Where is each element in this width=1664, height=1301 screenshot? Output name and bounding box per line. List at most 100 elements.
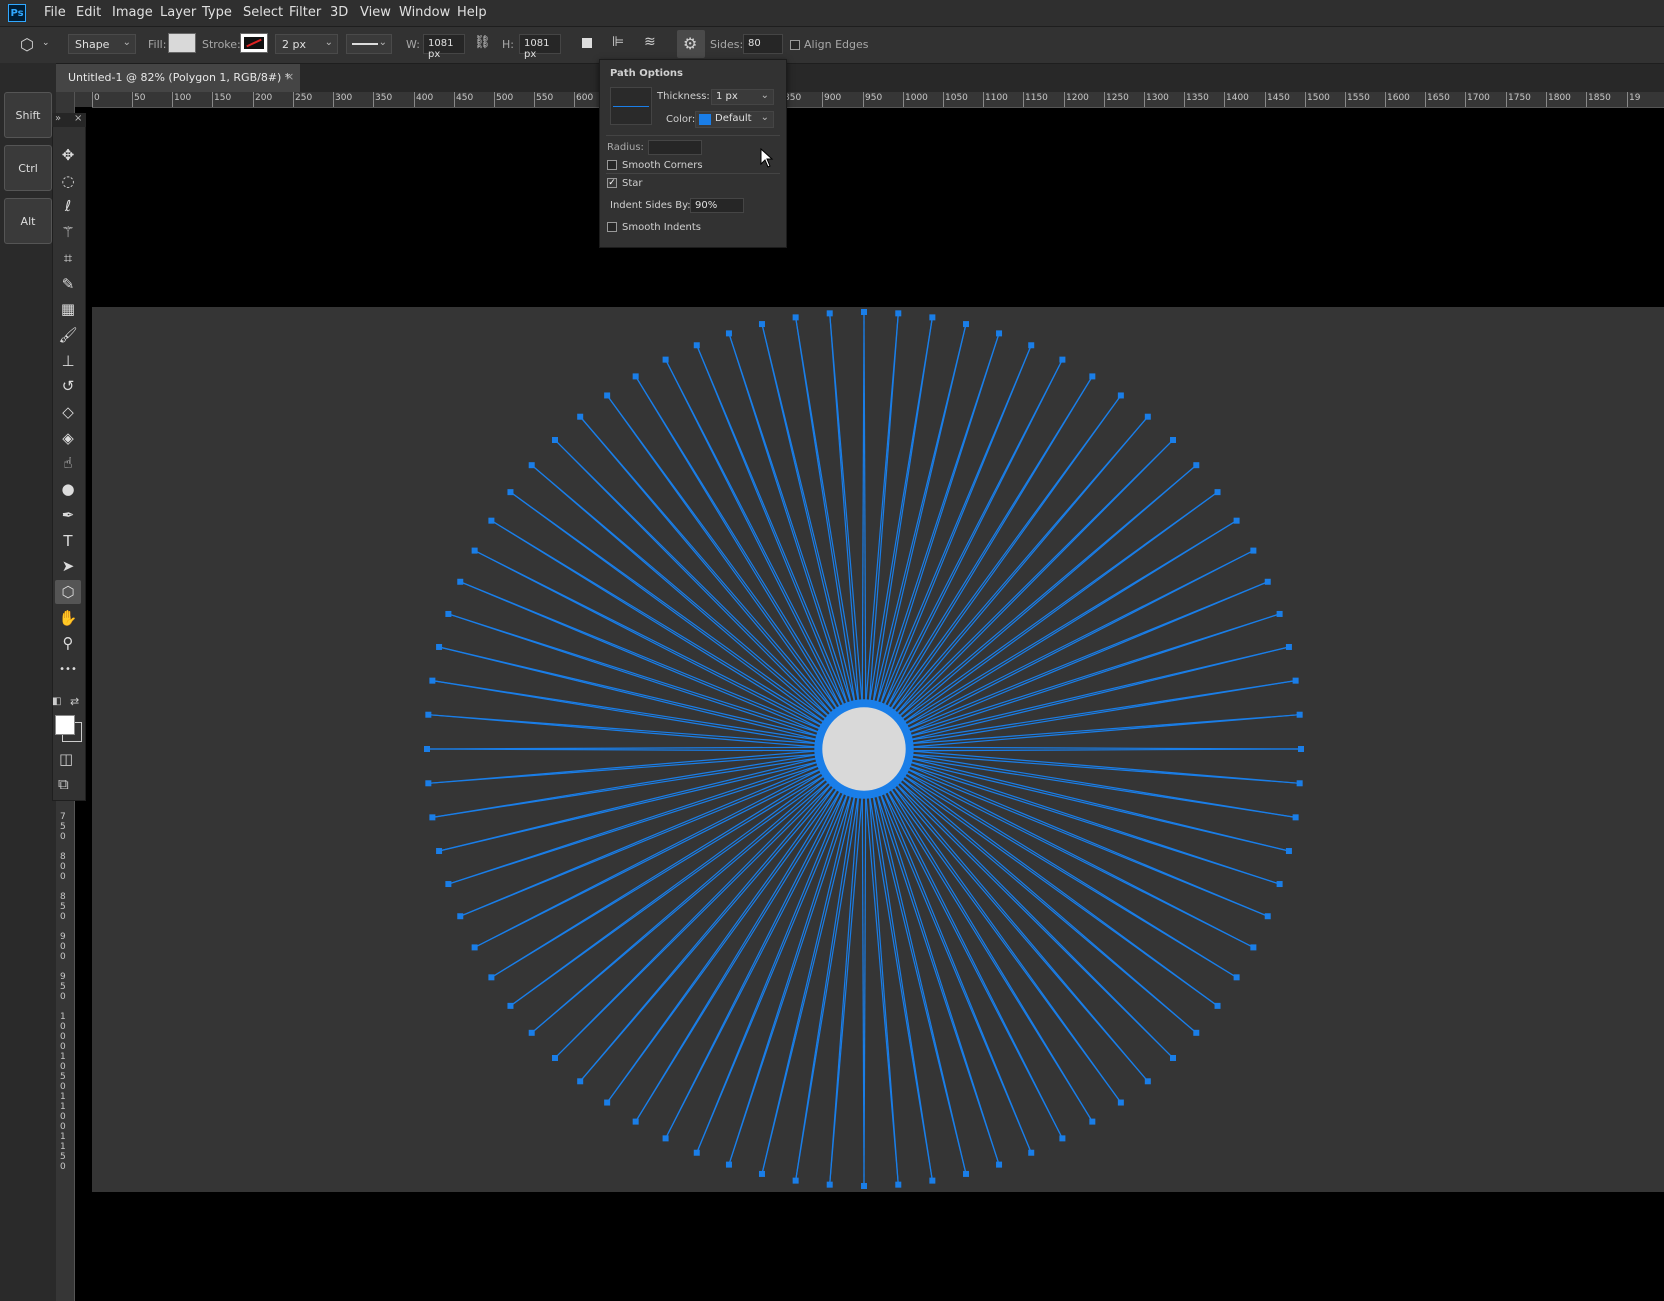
ruler-tick [333, 92, 334, 107]
shift-key-button[interactable]: Shift [4, 92, 52, 138]
anchor-point [551, 436, 558, 443]
crop-tool[interactable]: ⌗ [55, 246, 81, 270]
star-edge [460, 763, 824, 917]
ruler-tick [1506, 92, 1507, 107]
anchor-point [445, 610, 452, 617]
polygon-tool-preset-icon[interactable]: ⬡ [20, 35, 34, 54]
default-colors-icon[interactable]: ◧ [52, 696, 61, 707]
height-field[interactable]: 1081 px [519, 34, 561, 60]
radius-field[interactable] [648, 140, 702, 155]
paint-bucket-tool[interactable]: ◈ [55, 426, 81, 450]
path-color-select[interactable]: Default ⌄ [695, 111, 774, 128]
ruler-tick-label: 800 [60, 852, 66, 882]
swap-colors-icon[interactable]: ⇄ [70, 695, 79, 708]
link-icon[interactable]: ⛓ [474, 35, 491, 50]
menu-help[interactable]: Help [457, 5, 487, 20]
zoom-tool[interactable]: ⚲ [55, 631, 81, 655]
smooth-indents-checkbox[interactable] [607, 222, 617, 232]
move-tool[interactable]: ✥ [55, 143, 81, 167]
quick-mask-icon[interactable]: ◫ [59, 750, 73, 768]
screen-mode-icon[interactable]: ⧉ [58, 775, 69, 793]
foreground-color-swatch[interactable] [55, 715, 75, 735]
ruler-tick-label: 850 [60, 892, 66, 922]
eraser-icon: ◇ [62, 403, 74, 421]
stroke-type-select[interactable]: ⌄ [346, 34, 392, 54]
height-label: H: [502, 38, 514, 51]
magic-wand-tool[interactable]: ⚚ [55, 220, 81, 244]
star-checkbox[interactable]: ✓ [607, 178, 617, 188]
star-edge [900, 772, 1237, 978]
path-operations-icon[interactable] [582, 38, 592, 48]
align-edges-checkbox[interactable] [790, 40, 800, 50]
tool-mode-select[interactable]: Shape ⌄ [68, 34, 136, 54]
smooth-corners-checkbox[interactable] [607, 160, 617, 170]
smudge-tool[interactable]: ☝ [55, 451, 81, 475]
pen-tool[interactable]: ✒ [55, 503, 81, 527]
tools-panel-header[interactable]: » × [52, 113, 86, 127]
ruler-tick [212, 92, 213, 107]
close-icon[interactable]: × [285, 70, 294, 83]
stroke-width-select[interactable]: 2 px ⌄ [275, 34, 338, 54]
indent-sides-field[interactable]: 90% [690, 198, 744, 213]
fill-swatch[interactable] [168, 33, 196, 53]
lasso-tool[interactable]: ℓ [55, 194, 81, 218]
more-tools[interactable]: ••• [55, 657, 81, 681]
menu-edit[interactable]: Edit [76, 5, 101, 20]
healing-brush-tool[interactable]: ▦ [55, 297, 81, 321]
alt-key-button[interactable]: Alt [4, 198, 52, 244]
polygon-tool[interactable]: ⬡ [55, 579, 81, 604]
star-edge [432, 753, 821, 818]
eraser-tool[interactable]: ◇ [55, 400, 81, 424]
ruler-tick-label: 1400 [1226, 93, 1249, 103]
path-options-button[interactable]: ⚙ [677, 30, 705, 58]
anchor-point [996, 330, 1003, 337]
anchor-point [551, 1055, 558, 1062]
width-field[interactable]: 1081 px [423, 34, 465, 60]
solid-line-icon [352, 43, 378, 45]
hand-tool[interactable]: ✋ [55, 606, 81, 630]
close-icon[interactable]: × [74, 113, 82, 124]
star-edge [426, 746, 821, 750]
lasso-icon: ℓ [64, 197, 72, 216]
chevron-down-icon[interactable]: ⌄ [42, 38, 50, 48]
ruler-tick-label: 450 [456, 93, 474, 103]
brush-tool[interactable]: 🖌 [55, 323, 81, 347]
anchor-point [445, 881, 452, 888]
path-arrangement-icon[interactable]: ≋ [644, 34, 656, 50]
star-polygon-shape[interactable] [92, 307, 1664, 1192]
menu-3d[interactable]: 3D [330, 5, 348, 20]
star-edge [491, 769, 827, 978]
thickness-select[interactable]: 1 px ⌄ [711, 89, 774, 105]
type-tool[interactable]: T [55, 529, 81, 553]
horizontal-ruler[interactable]: 0 50 100 150 200 250 300 350 400 450 500 550 600 850 9… [92, 92, 1664, 108]
eyedropper-tool[interactable]: ✎ [55, 272, 81, 296]
path-alignment-icon[interactable]: ⊫ [612, 34, 624, 50]
menu-view[interactable]: View [360, 5, 391, 20]
ctrl-key-button[interactable]: Ctrl [4, 145, 52, 191]
star-edge [907, 680, 1296, 745]
ruler-tick-label: 500 [496, 93, 514, 103]
menu-layer[interactable]: Layer [160, 5, 196, 20]
path-selection-tool[interactable]: ➤ [55, 554, 81, 578]
stroke-swatch[interactable] [240, 33, 268, 53]
menu-select[interactable]: Select [243, 5, 283, 20]
menu-image[interactable]: Image [112, 5, 153, 20]
anchor-point [758, 1170, 765, 1177]
anchor-point [929, 1177, 936, 1184]
document-canvas[interactable] [92, 307, 1664, 1192]
history-brush-tool[interactable]: ↺ [55, 374, 81, 398]
sides-field[interactable]: 80 [743, 34, 783, 54]
anchor-point [1193, 462, 1200, 469]
anchor-point [1144, 413, 1151, 420]
menu-type[interactable]: Type [202, 5, 232, 20]
ruler-tick-label: 1650 [1427, 93, 1450, 103]
anchor-point [662, 1135, 669, 1142]
collapse-icon[interactable]: » [55, 113, 61, 124]
menu-window[interactable]: Window [399, 5, 450, 20]
menu-file[interactable]: File [44, 5, 66, 20]
tool-mode-value: Shape [75, 38, 110, 51]
menu-filter[interactable]: Filter [289, 5, 321, 20]
clone-stamp-tool[interactable]: ⊥ [55, 349, 81, 373]
dodge-tool[interactable]: ● [55, 477, 81, 501]
marquee-tool[interactable]: ◌ [55, 169, 81, 193]
